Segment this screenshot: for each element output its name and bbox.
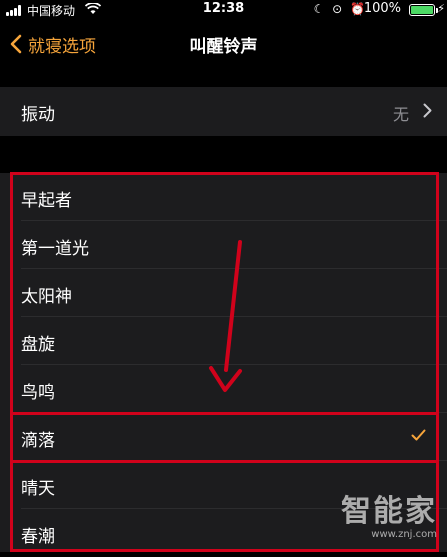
list-item-selected[interactable]: 滴落 xyxy=(0,413,447,461)
watermark: 智能家 www.znj.com xyxy=(341,494,437,541)
ringtone-label: 第一道光 xyxy=(21,239,89,259)
list-item[interactable]: 鸟鸣 xyxy=(0,365,447,413)
navigation-bar: 就寝选项 叫醒铃声 xyxy=(0,20,447,68)
vibration-value: 无 xyxy=(392,105,409,124)
charging-icon: ⚡ xyxy=(437,2,445,15)
chevron-right-icon xyxy=(423,103,432,118)
list-item[interactable]: 第一道光 xyxy=(0,221,447,269)
list-item[interactable]: 盘旋 xyxy=(0,317,447,365)
status-bar: 中国移动 12:38 ☾ ⊙ ⏰ 100% ⚡ xyxy=(0,0,447,20)
watermark-text: 智能家 xyxy=(341,494,437,529)
ringtone-label: 太阳神 xyxy=(21,287,72,307)
page-title: 叫醒铃声 xyxy=(189,37,258,57)
list-item[interactable]: 早起者 xyxy=(0,173,447,221)
vibration-label: 振动 xyxy=(21,105,55,125)
ringtone-label: 鸟鸣 xyxy=(21,383,55,403)
battery-percent: 100% xyxy=(363,1,401,16)
watermark-url: www.znj.com xyxy=(371,529,437,540)
ringtone-label: 晴天 xyxy=(21,479,55,499)
battery-icon xyxy=(409,4,438,16)
ringtone-label: 盘旋 xyxy=(21,335,55,355)
checkmark-icon xyxy=(411,429,426,441)
ringtone-label: 滴落 xyxy=(21,431,55,451)
ringtone-label: 早起者 xyxy=(21,191,72,211)
status-icons: ☾ ⊙ ⏰ xyxy=(314,2,367,16)
list-item[interactable]: 太阳神 xyxy=(0,269,447,317)
ringtone-label: 春潮 xyxy=(21,527,55,547)
vibration-row[interactable]: 振动 无 xyxy=(0,87,447,136)
orientation-lock-icon: ⊙ xyxy=(332,2,345,16)
moon-icon: ☾ xyxy=(313,2,327,16)
